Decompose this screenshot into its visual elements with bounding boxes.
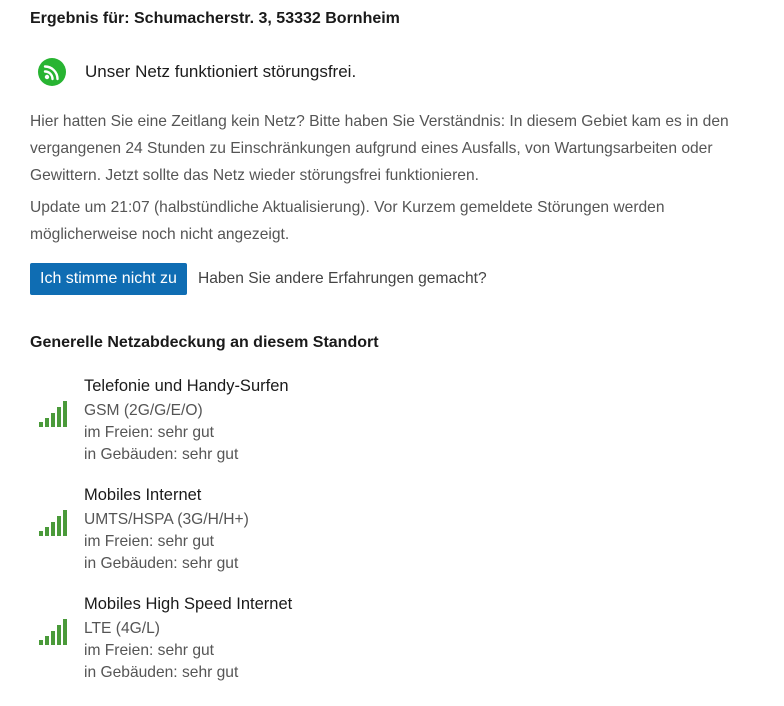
feedback-row: Ich stimme nicht zu Haben Sie andere Erf… bbox=[30, 263, 487, 295]
coverage-item-title: Mobiles High Speed Internet bbox=[84, 595, 293, 613]
update-notice: Update um 21:07 (halbstündliche Aktualis… bbox=[30, 199, 665, 243]
coverage-item-title: Telefonie und Handy-Surfen bbox=[84, 377, 289, 395]
network-status-text: Unser Netz funktioniert störungsfrei. bbox=[85, 62, 357, 81]
coverage-item-outdoor: im Freien: sehr gut bbox=[84, 533, 214, 550]
outage-explanation: Hier hatten Sie eine Zeitlang kein Netz?… bbox=[30, 113, 729, 184]
coverage-item-technology: LTE (4G/L) bbox=[84, 620, 160, 637]
feedback-question: Haben Sie andere Erfahrungen gemacht? bbox=[197, 270, 487, 287]
coverage-item-indoor: in Gebäuden: sehr gut bbox=[84, 446, 239, 463]
disagree-button[interactable]: Ich stimme nicht zu bbox=[30, 263, 187, 295]
coverage-item-indoor: in Gebäuden: sehr gut bbox=[84, 555, 239, 572]
wifi-signal-icon bbox=[38, 58, 66, 86]
coverage-item-indoor: in Gebäuden: sehr gut bbox=[84, 664, 239, 681]
coverage-item-technology: UMTS/HSPA (3G/H/H+) bbox=[84, 511, 249, 528]
signal-strength-icon bbox=[39, 619, 67, 645]
signal-strength-icon bbox=[39, 510, 67, 536]
coverage-item-title: Mobiles Internet bbox=[84, 486, 202, 504]
coverage-heading: Generelle Netzabdeckung an diesem Stando… bbox=[30, 334, 379, 351]
network-status-page: Ergebnis für: Schumacherstr. 3, 53332 Bo… bbox=[0, 0, 784, 706]
coverage-item-technology: GSM (2G/G/E/O) bbox=[84, 402, 203, 419]
coverage-item-outdoor: im Freien: sehr gut bbox=[84, 424, 214, 441]
signal-strength-icon bbox=[39, 401, 67, 427]
coverage-item-outdoor: im Freien: sehr gut bbox=[84, 642, 214, 659]
network-status: Unser Netz funktioniert störungsfrei. bbox=[38, 58, 356, 86]
result-title: Ergebnis für: Schumacherstr. 3, 53332 Bo… bbox=[30, 10, 400, 27]
